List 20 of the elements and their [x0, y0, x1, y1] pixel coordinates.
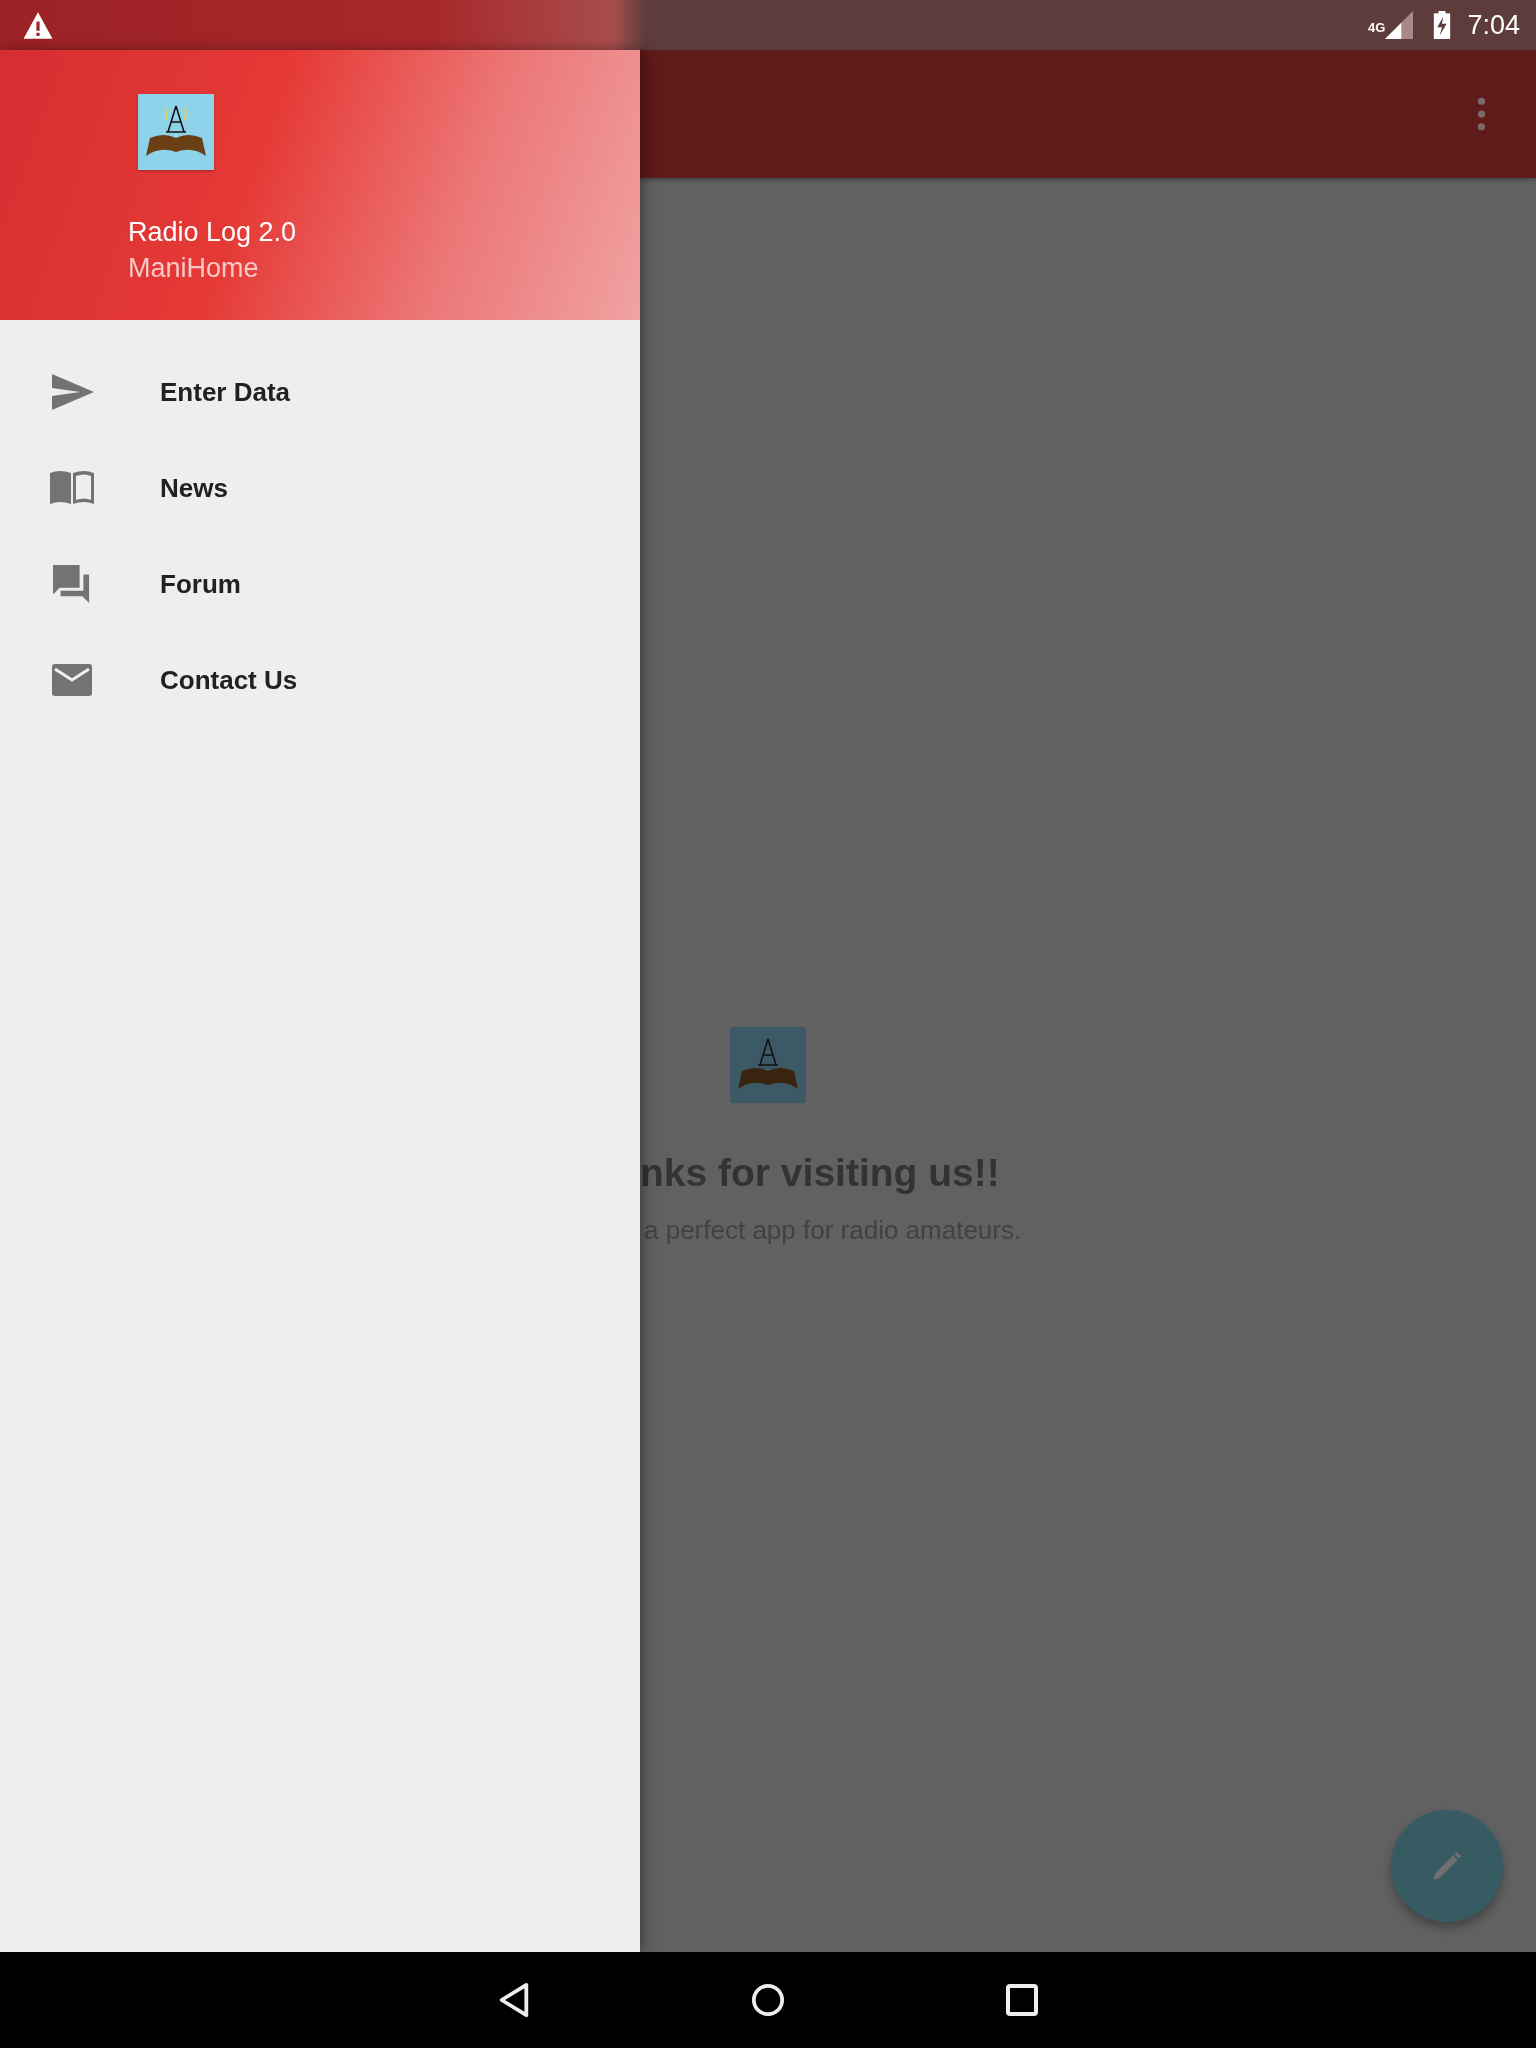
warning-icon [22, 10, 54, 40]
back-icon[interactable] [497, 1982, 531, 2018]
network-label: 4G [1368, 19, 1386, 35]
menu-item[interactable]: News [0, 440, 640, 536]
more-icon[interactable] [1477, 97, 1486, 131]
recents-icon[interactable] [1005, 1982, 1039, 2018]
home-icon[interactable] [751, 1982, 785, 2018]
menu-item[interactable]: Contact Us [0, 632, 640, 728]
clock: 7:04 [1467, 9, 1520, 41]
antenna-book-icon [138, 94, 214, 170]
book-icon [50, 469, 94, 507]
antenna-book-icon [730, 1027, 806, 1103]
app-name: Radio Log 2.0 [128, 216, 298, 249]
signal-icon [1385, 11, 1414, 39]
account-name: ManiHome [128, 252, 260, 285]
send-icon [50, 373, 94, 411]
menu-item[interactable]: Forum [0, 536, 640, 632]
mail-icon [50, 661, 94, 699]
menu-item[interactable]: Enter Data [0, 344, 640, 440]
battery-charging-icon [1433, 11, 1452, 39]
